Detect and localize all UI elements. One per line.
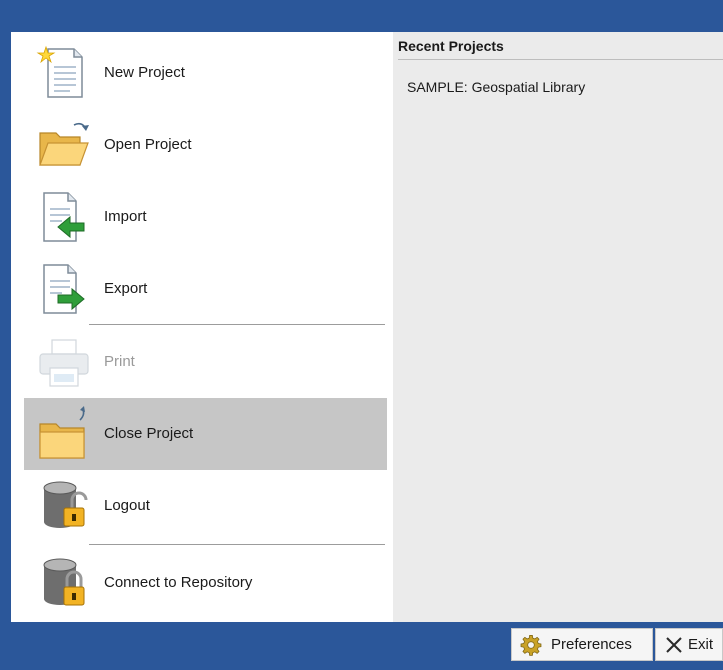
menu-item-logout[interactable]: Logout <box>24 470 387 542</box>
menu-item-label: Open Project <box>104 136 192 153</box>
menu-item-label: New Project <box>104 64 185 81</box>
open-folder-icon <box>39 122 89 166</box>
close-x-icon <box>666 637 682 653</box>
bottom-bar: Preferences Exit <box>0 622 723 670</box>
menu-item-print[interactable]: Print <box>24 326 387 398</box>
menu-separator <box>89 324 385 325</box>
menu-item-import[interactable]: Import <box>24 181 387 253</box>
database-unlock-icon <box>43 481 88 528</box>
menu-item-label: Close Project <box>104 425 194 442</box>
recent-project-item[interactable]: SAMPLE: Geospatial Library <box>407 79 585 95</box>
menu-item-new-project[interactable]: New Project <box>24 37 387 109</box>
menu-item-label: Print <box>104 353 135 370</box>
gear-icon <box>520 635 542 656</box>
menu-item-label: Connect to Repository <box>104 574 253 591</box>
recent-projects-title: Recent Projects <box>398 38 504 54</box>
recent-projects-divider <box>398 59 723 60</box>
menu-item-export[interactable]: Export <box>24 253 387 325</box>
menu-item-label: Import <box>104 208 147 225</box>
database-lock-icon <box>43 558 85 606</box>
menu-item-open-project[interactable]: Open Project <box>24 109 387 181</box>
exit-button[interactable]: Exit <box>655 628 723 661</box>
preferences-button[interactable]: Preferences <box>511 628 653 661</box>
menu-item-label: Logout <box>104 497 150 514</box>
menu-item-close-project[interactable]: Close Project <box>24 398 387 470</box>
exit-label: Exit <box>688 636 714 653</box>
printer-icon <box>39 339 89 387</box>
import-document-icon <box>43 192 85 242</box>
recent-projects-pane: Recent Projects SAMPLE: Geospatial Libra… <box>393 32 723 622</box>
close-folder-icon <box>39 406 85 459</box>
export-document-icon <box>43 264 85 314</box>
file-menu-commands: New Project Open Project Import Export P… <box>11 32 393 622</box>
menu-item-connect-repository[interactable]: Connect to Repository <box>24 547 387 619</box>
application-frame: New Project Open Project Import Export P… <box>0 0 723 670</box>
new-document-icon <box>36 45 83 98</box>
preferences-label: Preferences <box>551 636 632 653</box>
menu-item-label: Export <box>104 280 148 297</box>
file-menu-panel: New Project Open Project Import Export P… <box>11 32 723 622</box>
menu-separator <box>89 544 385 545</box>
